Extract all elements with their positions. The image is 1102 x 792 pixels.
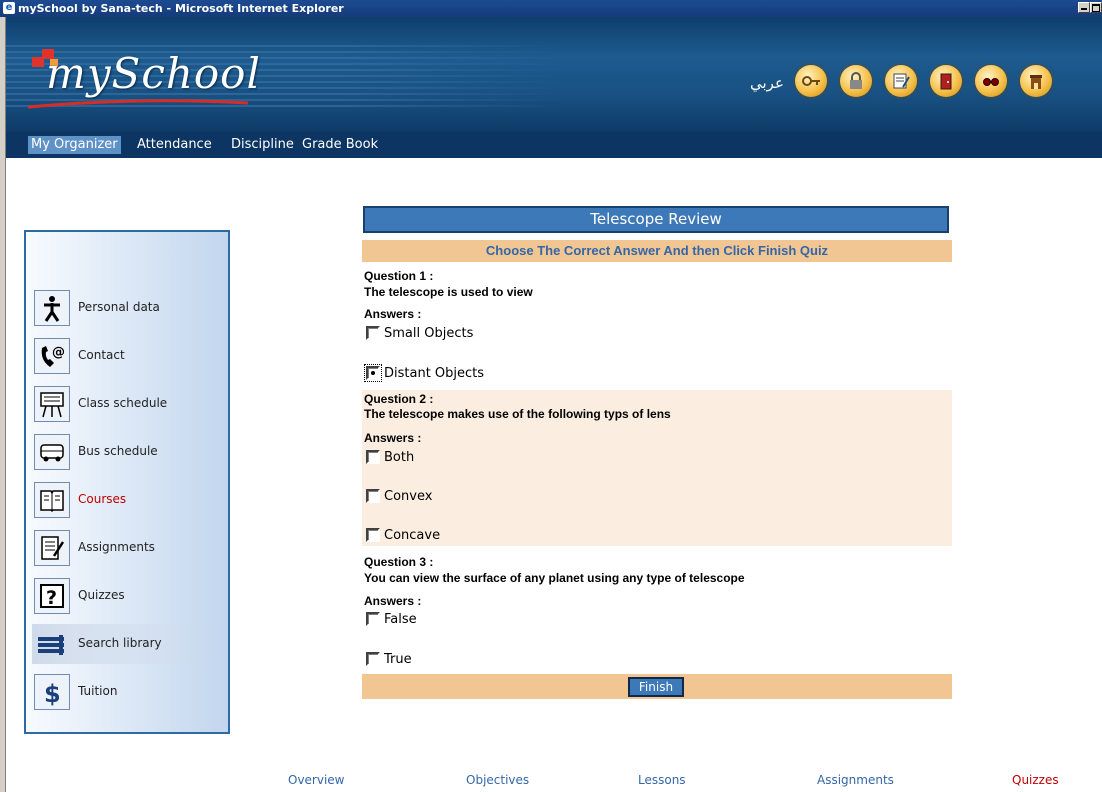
radio-button[interactable] <box>366 652 380 666</box>
finish-button[interactable]: Finish <box>628 677 684 697</box>
sidebar-item-tuition[interactable]: $ Tuition <box>32 672 212 712</box>
footer-link-overview[interactable]: Overview <box>288 773 345 787</box>
window-title: mySchool by Sana-tech - Microsoft Intern… <box>18 2 344 15</box>
sidebar-item-label: Class schedule <box>78 396 168 410</box>
answer-text: Concave <box>384 528 441 543</box>
question-2-answers-label: Answers : <box>364 431 422 445</box>
answer-text: Convex <box>384 489 433 504</box>
question-2-label: Question 2 : <box>364 392 434 406</box>
answer-text: True <box>384 652 412 667</box>
question-icon: ? <box>34 578 70 614</box>
svg-text:@: @ <box>52 345 65 360</box>
sidebar-item-label: Tuition <box>78 684 118 698</box>
sidebar-item-bus-schedule[interactable]: Bus schedule <box>32 432 212 472</box>
sidebar-item-assignments[interactable]: Assignments <box>32 528 212 568</box>
answer-text: Both <box>384 450 415 465</box>
main-nav: My Organizer Attendance Discipline Grade… <box>6 132 1102 158</box>
radio-button[interactable] <box>366 528 380 542</box>
lock-icon[interactable] <box>840 65 872 97</box>
question-3-text: You can view the surface of any planet u… <box>364 571 745 585</box>
door-exit-icon[interactable] <box>930 65 962 97</box>
radio-button-selected[interactable] <box>364 364 382 382</box>
maximize-button[interactable] <box>1090 2 1102 13</box>
person-icon <box>34 290 70 326</box>
sidebar-item-class-schedule[interactable]: Class schedule <box>32 384 212 424</box>
notepad-icon[interactable] <box>885 65 917 97</box>
sidebar-item-label: Contact <box>78 348 125 362</box>
dollar-icon: $ <box>34 674 70 710</box>
svg-text:$: $ <box>44 680 61 706</box>
question-3-answers-label: Answers : <box>364 594 422 608</box>
footer-link-assignments[interactable]: Assignments <box>817 773 894 787</box>
site-header: mySchool عربي <box>6 17 1102 132</box>
question-2-text: The telescope makes use of the following… <box>364 407 671 421</box>
sidebar-item-label: Personal data <box>78 300 160 314</box>
easel-icon <box>34 386 70 422</box>
sidebar-item-label: Assignments <box>78 540 155 554</box>
sidebar-item-contact[interactable]: @ Contact <box>32 336 212 376</box>
radio-button[interactable] <box>366 612 380 626</box>
sidebar-item-courses[interactable]: Courses <box>32 480 212 520</box>
minimize-button[interactable] <box>1078 2 1090 13</box>
sidebar-item-search-library[interactable]: Search library <box>32 624 212 664</box>
answer-text: False <box>384 612 417 627</box>
question-1-text: The telescope is used to view <box>364 285 533 299</box>
sidebar-item-label: Quizzes <box>78 588 125 602</box>
footer-link-quizzes[interactable]: Quizzes <box>1012 773 1059 787</box>
nav-grade-book[interactable]: Grade Book <box>299 136 381 154</box>
answer-text: Small Objects <box>384 326 474 341</box>
sidebar-item-label: Bus schedule <box>78 444 158 458</box>
book-icon <box>34 482 70 518</box>
window-title-bar: e mySchool by Sana-tech - Microsoft Inte… <box>0 0 1102 17</box>
answer-text: Distant Objects <box>384 366 485 381</box>
glasses-icon[interactable] <box>975 65 1007 97</box>
sidebar: Personal data @ Contact Class schedule B… <box>24 230 230 734</box>
arabic-language-link[interactable]: عربي <box>750 74 784 92</box>
radio-button[interactable] <box>366 489 380 503</box>
sidebar-item-quizzes[interactable]: ? Quizzes <box>32 576 212 616</box>
nav-discipline[interactable]: Discipline <box>228 136 297 154</box>
question-1-label: Question 1 : <box>364 269 434 283</box>
key-icon[interactable] <box>795 65 827 97</box>
footer-link-lessons[interactable]: Lessons <box>638 773 686 787</box>
mySchool-logo[interactable]: mySchool <box>46 49 261 98</box>
footer-link-objectives[interactable]: Objectives <box>466 773 529 787</box>
nav-attendance[interactable]: Attendance <box>134 136 215 154</box>
sidebar-item-personal-data[interactable]: Personal data <box>32 288 212 328</box>
question-1-answers-label: Answers : <box>364 307 422 321</box>
logo-swoosh-icon <box>28 99 248 109</box>
bus-icon <box>34 434 70 470</box>
svg-text:?: ? <box>46 587 57 609</box>
nav-my-organizer[interactable]: My Organizer <box>28 136 121 154</box>
quiz-title: Telescope Review <box>363 206 949 233</box>
question-3-label: Question 3 : <box>364 555 434 569</box>
radio-button[interactable] <box>366 450 380 464</box>
document-icon <box>34 530 70 566</box>
ie-icon: e <box>3 2 15 14</box>
quiz-instruction: Choose The Correct Answer And then Click… <box>362 240 952 262</box>
phone-at-icon: @ <box>34 338 70 374</box>
sidebar-item-label: Search library <box>78 636 162 650</box>
building-icon[interactable] <box>1020 65 1052 97</box>
sidebar-item-label: Courses <box>78 492 127 506</box>
books-icon <box>34 626 70 662</box>
radio-button[interactable] <box>366 326 380 340</box>
